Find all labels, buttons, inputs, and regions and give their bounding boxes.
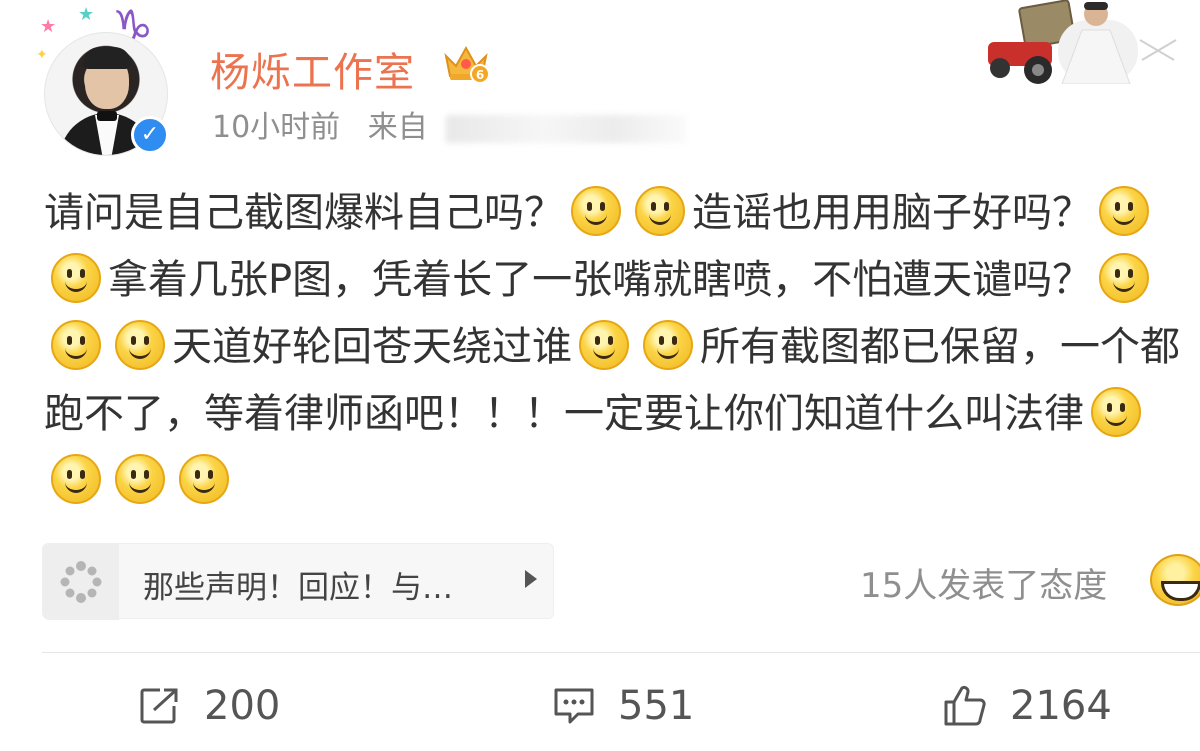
post-body: 请问是自己截图爆料自己吗？ 造谣也用用脑子好吗？ 拿着几张P图，凭着长了一张嘴就瞎喷…	[44, 180, 1194, 515]
smile-emoji-icon	[115, 454, 165, 504]
avatar-area: ★ ★ ✦ ♑ ✓	[36, 4, 186, 156]
smile-emoji-icon	[1091, 387, 1141, 437]
post-source[interactable]: 来自	[368, 110, 704, 145]
divider	[42, 652, 1200, 653]
smile-emoji-icon	[635, 186, 685, 236]
username[interactable]: 杨烁工作室	[210, 40, 415, 98]
reactions-summary[interactable]: 15人发表了态度	[860, 558, 1107, 607]
post-text-segment: 天道好轮回苍天绕过谁	[172, 324, 572, 370]
header-decoration	[978, 0, 1178, 84]
repost-count: 200	[204, 683, 281, 729]
like-count: 2164	[1010, 683, 1112, 729]
source-blur	[445, 114, 686, 143]
comment-icon	[554, 688, 594, 724]
star-icon: ✦	[36, 47, 48, 63]
like-button[interactable]: 2164	[942, 678, 1112, 734]
comment-button[interactable]: 551	[552, 678, 694, 734]
smile-emoji-icon	[115, 320, 165, 370]
vip-level: 6	[476, 68, 484, 82]
thumbs-up-icon	[944, 685, 986, 726]
grin-emoji-icon[interactable]	[1150, 554, 1200, 606]
star-icon: ★	[40, 16, 57, 37]
smile-emoji-icon	[51, 454, 101, 504]
smile-emoji-icon	[643, 320, 693, 370]
repost-title: 那些声明！回应！与…	[143, 570, 453, 606]
smile-emoji-icon	[1099, 253, 1150, 303]
smile-emoji-icon	[179, 454, 229, 504]
post-text-segment: 拿着几张P图，凭着长了一张嘴就瞎喷，不怕遭天谴吗？	[108, 257, 1093, 303]
smile-emoji-icon	[579, 320, 629, 370]
smile-emoji-icon	[571, 186, 621, 236]
repost-card[interactable]: 那些声明！回应！与…	[42, 543, 554, 620]
post-text-segment: 请问是自己截图爆料自己吗？	[44, 190, 564, 236]
repost-button[interactable]: 200	[138, 678, 280, 734]
star-icon: ★	[78, 4, 95, 25]
comment-count: 551	[618, 683, 695, 729]
chevron-right-icon	[525, 570, 537, 588]
smile-emoji-icon	[1099, 186, 1149, 236]
smile-emoji-icon	[51, 253, 101, 303]
post-source-prefix: 来自	[367, 110, 428, 145]
repost-icon	[140, 688, 178, 724]
verified-badge-icon: ✓	[131, 116, 169, 154]
smile-emoji-icon	[51, 320, 101, 370]
vip-crown-icon: 6	[444, 45, 490, 84]
post-text-segment: 造谣也用用脑子好吗？	[692, 190, 1092, 236]
post-time: 10小时前	[212, 110, 341, 145]
repost-thumbnail	[43, 544, 119, 620]
loading-spinner-icon	[60, 561, 102, 603]
post-meta: 10小时前 来自	[212, 102, 722, 146]
